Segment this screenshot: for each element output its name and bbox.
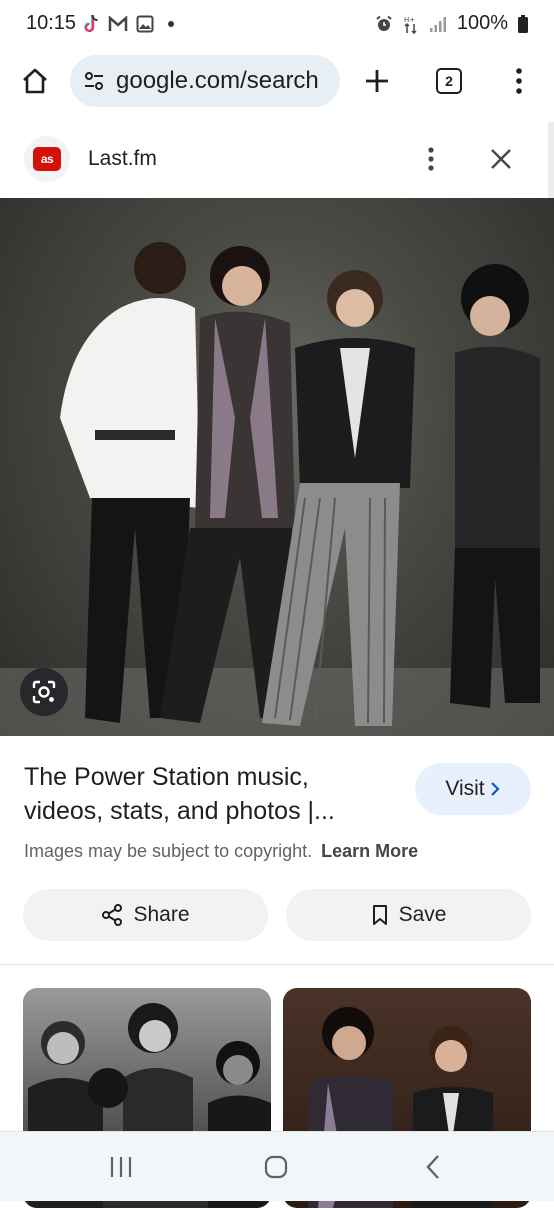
panel-close-button[interactable] [486, 144, 516, 174]
lastfm-logo-icon: as [33, 147, 61, 171]
band-photo[interactable] [0, 198, 554, 736]
alarm-icon [376, 15, 392, 31]
home-nav-button[interactable] [261, 1152, 291, 1182]
signal-icon [429, 16, 446, 32]
status-time: 10:15 [26, 12, 77, 34]
system-icons: H+ 100% [375, 12, 528, 35]
copyright-text: Images may be subject to copyright. [24, 841, 313, 861]
gmail-icon [108, 16, 128, 31]
panel-more-button[interactable] [418, 142, 444, 176]
svg-text:H+: H+ [404, 16, 415, 24]
learn-more-link[interactable]: Learn More [321, 841, 418, 861]
chevron-right-icon [490, 782, 500, 796]
close-icon [491, 149, 511, 169]
more-vert-icon [428, 147, 434, 171]
system-navigation-bar [0, 1131, 554, 1201]
home-icon [23, 68, 47, 94]
more-notifications-dot [168, 21, 174, 27]
result-title[interactable]: The Power Station music, videos, stats, … [24, 760, 394, 828]
bookmark-icon [372, 905, 387, 925]
plus-icon [366, 70, 388, 92]
share-button[interactable]: Share [23, 889, 268, 941]
save-button[interactable]: Save [286, 889, 531, 941]
status-bar: 10:15 H+ 100% [0, 0, 554, 50]
gallery-icon [136, 15, 154, 33]
home-circle-icon [264, 1155, 288, 1179]
site-settings-icon[interactable] [82, 69, 106, 93]
tab-switcher-button[interactable]: 2 [436, 68, 462, 94]
data-arrows-icon: H+ [404, 16, 417, 34]
url-text: google.com/search [116, 67, 319, 94]
tiktok-icon [83, 14, 98, 33]
recents-icon [110, 1157, 132, 1177]
band-photo-illustration [0, 242, 554, 736]
image-panel-header: as Last.fm [0, 122, 554, 198]
section-divider [0, 964, 554, 965]
copyright-notice: Images may be subject to copyright. Lear… [24, 841, 418, 862]
lens-icon [32, 680, 56, 704]
source-name[interactable]: Last.fm [88, 147, 157, 171]
new-tab-button[interactable] [360, 64, 394, 98]
browser-toolbar: google.com/search 2 [0, 50, 554, 123]
battery-percent: 100% [456, 12, 508, 34]
more-vert-icon [516, 68, 522, 94]
battery-icon [518, 14, 528, 33]
back-icon [426, 1155, 439, 1179]
home-button[interactable] [18, 64, 52, 98]
visit-button[interactable]: Visit [415, 763, 531, 815]
back-button[interactable] [418, 1152, 448, 1182]
save-label: Save [398, 903, 447, 926]
recents-button[interactable] [106, 1152, 136, 1182]
scrollbar[interactable] [548, 122, 554, 198]
visit-label: Visit [445, 777, 485, 800]
source-logo[interactable]: as [24, 136, 70, 182]
share-label: Share [133, 903, 190, 926]
browser-menu-button[interactable] [506, 64, 532, 98]
notification-icons [82, 14, 174, 34]
share-icon [102, 904, 123, 926]
google-lens-button[interactable] [20, 668, 68, 716]
address-bar[interactable]: google.com/search [70, 55, 340, 107]
